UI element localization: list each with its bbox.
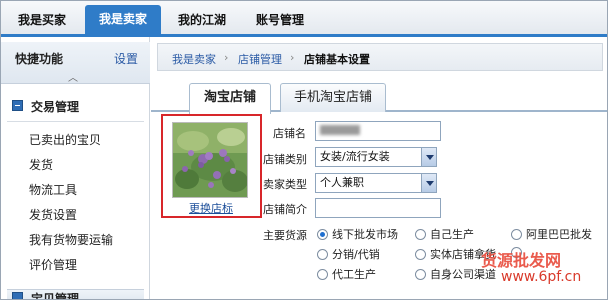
shop-category-value: 女装/流行女装 bbox=[320, 150, 390, 163]
radio-icon bbox=[415, 248, 426, 260]
radio-icon bbox=[415, 228, 426, 240]
shop-name-label: 店铺名 bbox=[273, 127, 306, 140]
shop-logo-image bbox=[172, 122, 248, 198]
source-radio-alibaba[interactable]: 阿里巴巴批发 bbox=[511, 226, 592, 242]
sidebar: 快捷功能 设置 ︿ 交易管理 已卖出的宝贝 发货 物流工具 发货设置 我有货物要… bbox=[1, 37, 150, 300]
top-nav: 我是买家 我是卖家 我的江湖 账号管理 bbox=[1, 1, 607, 37]
divider bbox=[7, 121, 144, 122]
collapse-box-icon bbox=[12, 100, 23, 111]
radio-label: 代工生产 bbox=[332, 268, 376, 281]
radio-label: 自己生产 bbox=[430, 228, 474, 241]
radio-icon bbox=[511, 228, 522, 240]
radio-checked-icon bbox=[317, 228, 328, 240]
collapse-box-icon bbox=[12, 292, 23, 299]
chevron-down-icon bbox=[421, 148, 436, 166]
sidebar-item-reviews[interactable]: 评价管理 bbox=[29, 256, 77, 273]
shop-name-input[interactable] bbox=[315, 121, 441, 141]
settings-link[interactable]: 设置 bbox=[114, 50, 138, 67]
sidebar-item-ship-settings[interactable]: 发货设置 bbox=[29, 206, 77, 223]
watermark-url: www.6pf.cn bbox=[501, 269, 582, 285]
collapse-caret-icon[interactable]: ︿ bbox=[68, 69, 78, 84]
change-logo-button[interactable]: 更换店标 bbox=[182, 202, 240, 216]
section-trade-management[interactable]: 交易管理 bbox=[7, 93, 144, 119]
radio-label: 线下批发市场 bbox=[332, 228, 398, 241]
quick-functions-title: 快捷功能 bbox=[15, 52, 64, 66]
tab-taobao-shop[interactable]: 淘宝店铺 bbox=[189, 83, 271, 114]
radio-label: 阿里巴巴批发 bbox=[526, 228, 592, 241]
breadcrumb-shop-management[interactable]: 店铺管理 bbox=[238, 51, 282, 67]
tab-jianghu[interactable]: 我的江湖 bbox=[167, 7, 237, 33]
tab-buyer[interactable]: 我是买家 bbox=[7, 7, 77, 33]
tab-seller[interactable]: 我是卖家 bbox=[85, 5, 161, 34]
shop-category-select[interactable]: 女装/流行女装 bbox=[315, 147, 437, 167]
section-item-management[interactable]: 宝贝管理 bbox=[7, 289, 144, 300]
seller-type-select[interactable]: 个人兼职 bbox=[315, 173, 437, 193]
breadcrumb-seller[interactable]: 我是卖家 bbox=[172, 51, 216, 67]
radio-icon bbox=[415, 268, 426, 280]
sidebar-item-logistics[interactable]: 物流工具 bbox=[29, 181, 77, 198]
radio-icon bbox=[317, 248, 328, 260]
seller-type-value: 个人兼职 bbox=[320, 176, 364, 189]
breadcrumb-separator: › bbox=[290, 51, 295, 64]
source-radio-oem[interactable]: 代工生产 bbox=[317, 266, 376, 282]
app-window: 我是买家 我是卖家 我的江湖 账号管理 快捷功能 设置 ︿ 交易管理 已卖出的宝… bbox=[0, 0, 608, 300]
shop-category-label: 店铺类别 bbox=[263, 153, 307, 166]
sidebar-item-ship[interactable]: 发货 bbox=[29, 156, 53, 173]
quick-functions-header: 快捷功能 设置 ︿ bbox=[1, 42, 150, 84]
source-radio-offline-wholesale[interactable]: 线下批发市场 bbox=[317, 226, 398, 242]
shop-intro-input[interactable] bbox=[315, 198, 441, 218]
shop-intro-label: 店铺简介 bbox=[263, 203, 307, 216]
tab-account[interactable]: 账号管理 bbox=[245, 7, 315, 33]
seller-type-label: 卖家类型 bbox=[263, 178, 307, 191]
source-radio-self-produced[interactable]: 自己生产 bbox=[415, 226, 474, 242]
section-label: 交易管理 bbox=[31, 100, 80, 114]
sidebar-item-transport[interactable]: 我有货物要运输 bbox=[29, 231, 113, 248]
source-label: 主要货源 bbox=[263, 229, 307, 242]
source-radio-distribution[interactable]: 分销/代销 bbox=[317, 246, 380, 262]
sidebar-item-sold[interactable]: 已卖出的宝贝 bbox=[29, 131, 101, 148]
redacted-text bbox=[320, 125, 360, 135]
chevron-down-icon bbox=[421, 174, 436, 192]
radio-icon bbox=[317, 268, 328, 280]
breadcrumb-current: 店铺基本设置 bbox=[304, 53, 370, 66]
breadcrumb-separator: › bbox=[224, 51, 229, 64]
breadcrumb: 我是卖家 › 店铺管理 › 店铺基本设置 bbox=[157, 43, 603, 71]
section-label: 宝贝管理 bbox=[31, 292, 80, 300]
radio-label: 分销/代销 bbox=[332, 248, 380, 261]
tab-mobile-shop[interactable]: 手机淘宝店铺 bbox=[280, 83, 386, 112]
shop-tabs: 淘宝店铺 手机淘宝店铺 bbox=[151, 82, 607, 114]
watermark-text: 货源批发网 bbox=[481, 251, 562, 270]
shop-logo-box: 更换店标 bbox=[161, 114, 262, 218]
